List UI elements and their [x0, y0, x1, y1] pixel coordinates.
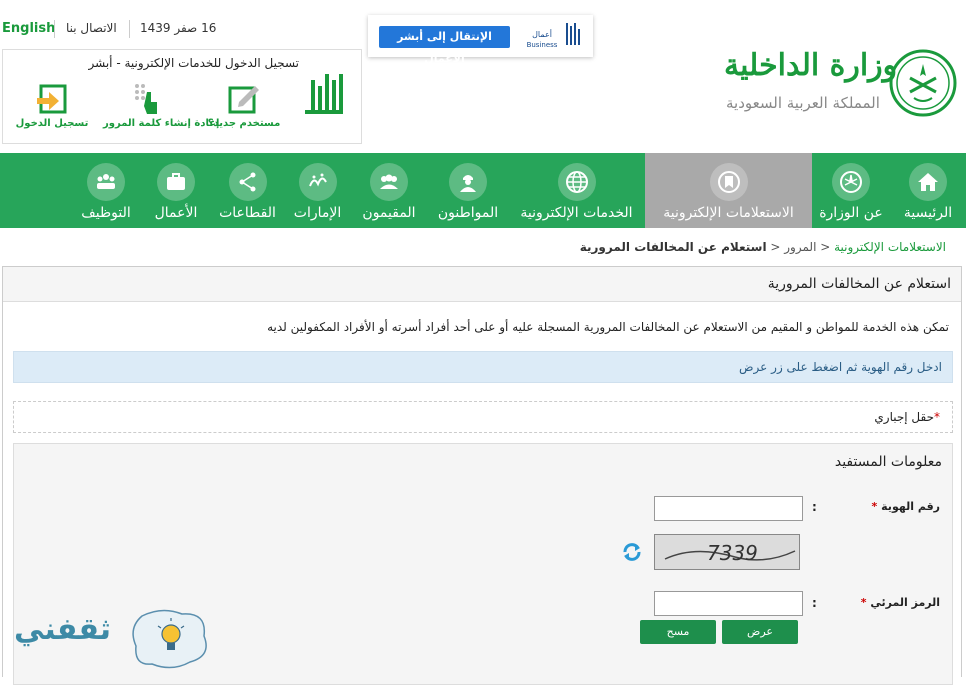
nav-label: القطاعات: [219, 205, 276, 221]
nav-item-employment[interactable]: التوظيف: [70, 153, 142, 228]
divider: [129, 20, 130, 38]
nav-label: المواطنون: [437, 205, 499, 221]
citizen-icon: [449, 163, 487, 201]
view-button[interactable]: عرض: [722, 620, 798, 644]
clear-button[interactable]: مسح: [640, 620, 716, 644]
svg-text:Business: Business: [527, 41, 558, 49]
nav-label: عن الوزارة: [819, 205, 883, 221]
required-note: *حقل إجباري: [874, 410, 940, 424]
absher-business-box: الإنتقال إلى أبشر الأعمال أعمال Business: [368, 15, 593, 65]
visual-code-label: الرمز المرئي *: [860, 596, 940, 609]
nav-item-e-inquiries[interactable]: الاستعلامات الإلكترونية: [645, 153, 812, 228]
residents-icon: [370, 163, 408, 201]
colon: :: [812, 500, 817, 514]
required-star: *: [934, 410, 940, 424]
breadcrumb-separator: <: [766, 240, 781, 254]
breadcrumb-link[interactable]: المرور: [784, 240, 816, 254]
login-button[interactable]: تسجيل الدخول: [7, 82, 97, 129]
login-title: تسجيل الدخول للخدمات الإلكترونية - أبشر: [88, 56, 299, 70]
nav-item-emirates[interactable]: الإمارات: [285, 153, 350, 228]
breadcrumb: الاستعلامات الإلكترونية < المرور < استعل…: [580, 240, 946, 254]
service-description: تمكن هذه الخدمة للمواطن و المقيم من الاس…: [267, 320, 949, 334]
nav-item-home[interactable]: الرئيسية: [890, 153, 966, 228]
reset-password-label: إعادة إنشاء كلمة المرور: [103, 118, 220, 129]
refresh-captcha-icon[interactable]: [621, 541, 643, 563]
login-box: تسجيل الدخول للخدمات الإلكترونية - أبشر …: [2, 49, 362, 144]
nav-item-residents[interactable]: المقيمون: [350, 153, 428, 228]
globe-icon: [557, 163, 596, 201]
info-hint: ادخل رقم الهوية ثم اضغط على زر عرض: [13, 351, 953, 383]
section-title: معلومات المستفيد: [834, 454, 942, 470]
nav-item-e-services[interactable]: الخدمات الإلكترونية: [508, 153, 645, 228]
go-to-absher-business-button[interactable]: الإنتقال إلى أبشر الأعمال: [379, 26, 510, 65]
nav-item-about-ministry[interactable]: عن الوزارة: [812, 153, 890, 228]
nav-label: الإمارات: [293, 205, 342, 221]
sectors-icon: [228, 163, 267, 201]
breadcrumb-separator: <: [816, 240, 831, 254]
breadcrumb-current: استعلام عن المخالفات المرورية: [579, 240, 767, 254]
nav-item-business[interactable]: الأعمال: [142, 153, 210, 228]
captcha-image: 7339: [654, 534, 800, 570]
reset-password-icon: [135, 84, 157, 114]
nav-label: الأعمال: [154, 205, 198, 221]
breadcrumb-link[interactable]: الاستعلامات الإلكترونية: [834, 240, 946, 254]
hijri-date: 16 صفر 1439: [140, 21, 217, 35]
required-label: حقل إجباري: [874, 410, 934, 424]
nav-item-citizens[interactable]: المواطنون: [428, 153, 508, 228]
login-icon: [37, 84, 67, 114]
home-icon: [909, 163, 947, 201]
required-note-box: *حقل إجباري: [13, 401, 953, 433]
hint-text: ادخل رقم الهوية ثم اضغط على زر عرض: [739, 360, 942, 374]
divider: [54, 20, 55, 38]
nav-label: المقيمون: [362, 205, 416, 221]
visual-code-input[interactable]: [654, 591, 803, 616]
watermark-text: ثقفني: [14, 612, 112, 647]
inquiries-icon: [709, 163, 748, 201]
absher-logo-icon: [305, 74, 343, 114]
briefcase-icon: [157, 163, 195, 201]
captcha-text: 7339: [707, 541, 758, 565]
nav-label: الخدمات الإلكترونية: [520, 205, 633, 221]
contact-us-link[interactable]: الاتصال بنا: [66, 21, 117, 35]
page-title: استعلام عن المخالفات المرورية: [767, 276, 951, 292]
colon: :: [812, 596, 817, 610]
emblem-icon: [832, 163, 870, 201]
svg-text:أعمال: أعمال: [532, 29, 552, 39]
nav-label: الاستعلامات الإلكترونية: [663, 205, 794, 221]
panel-header: استعلام عن المخالفات المرورية: [3, 267, 961, 302]
nav-item-sectors[interactable]: القطاعات: [210, 153, 285, 228]
emirates-icon: [298, 163, 337, 201]
reset-password-button[interactable]: إعادة إنشاء كلمة المرور: [103, 82, 220, 129]
new-user-icon: [228, 86, 259, 114]
main-navigation: الرئيسية عن الوزارة الاستعلامات الإلكترو…: [0, 153, 966, 228]
id-number-label: رقم الهوية *: [871, 500, 940, 513]
login-label: تسجيل الدخول: [15, 118, 89, 129]
absher-business-logo-icon: أعمال Business: [527, 23, 580, 49]
nav-label: الرئيسية: [903, 205, 953, 221]
ministry-subtitle: المملكة العربية السعودية: [726, 94, 880, 112]
english-language-link[interactable]: English: [2, 21, 55, 36]
id-number-input[interactable]: [654, 496, 803, 521]
employment-icon: [87, 163, 125, 201]
nav-label: التوظيف: [81, 205, 131, 221]
saudi-emblem-icon: [889, 49, 957, 117]
ministry-name: وزارة الداخلية: [724, 48, 898, 83]
